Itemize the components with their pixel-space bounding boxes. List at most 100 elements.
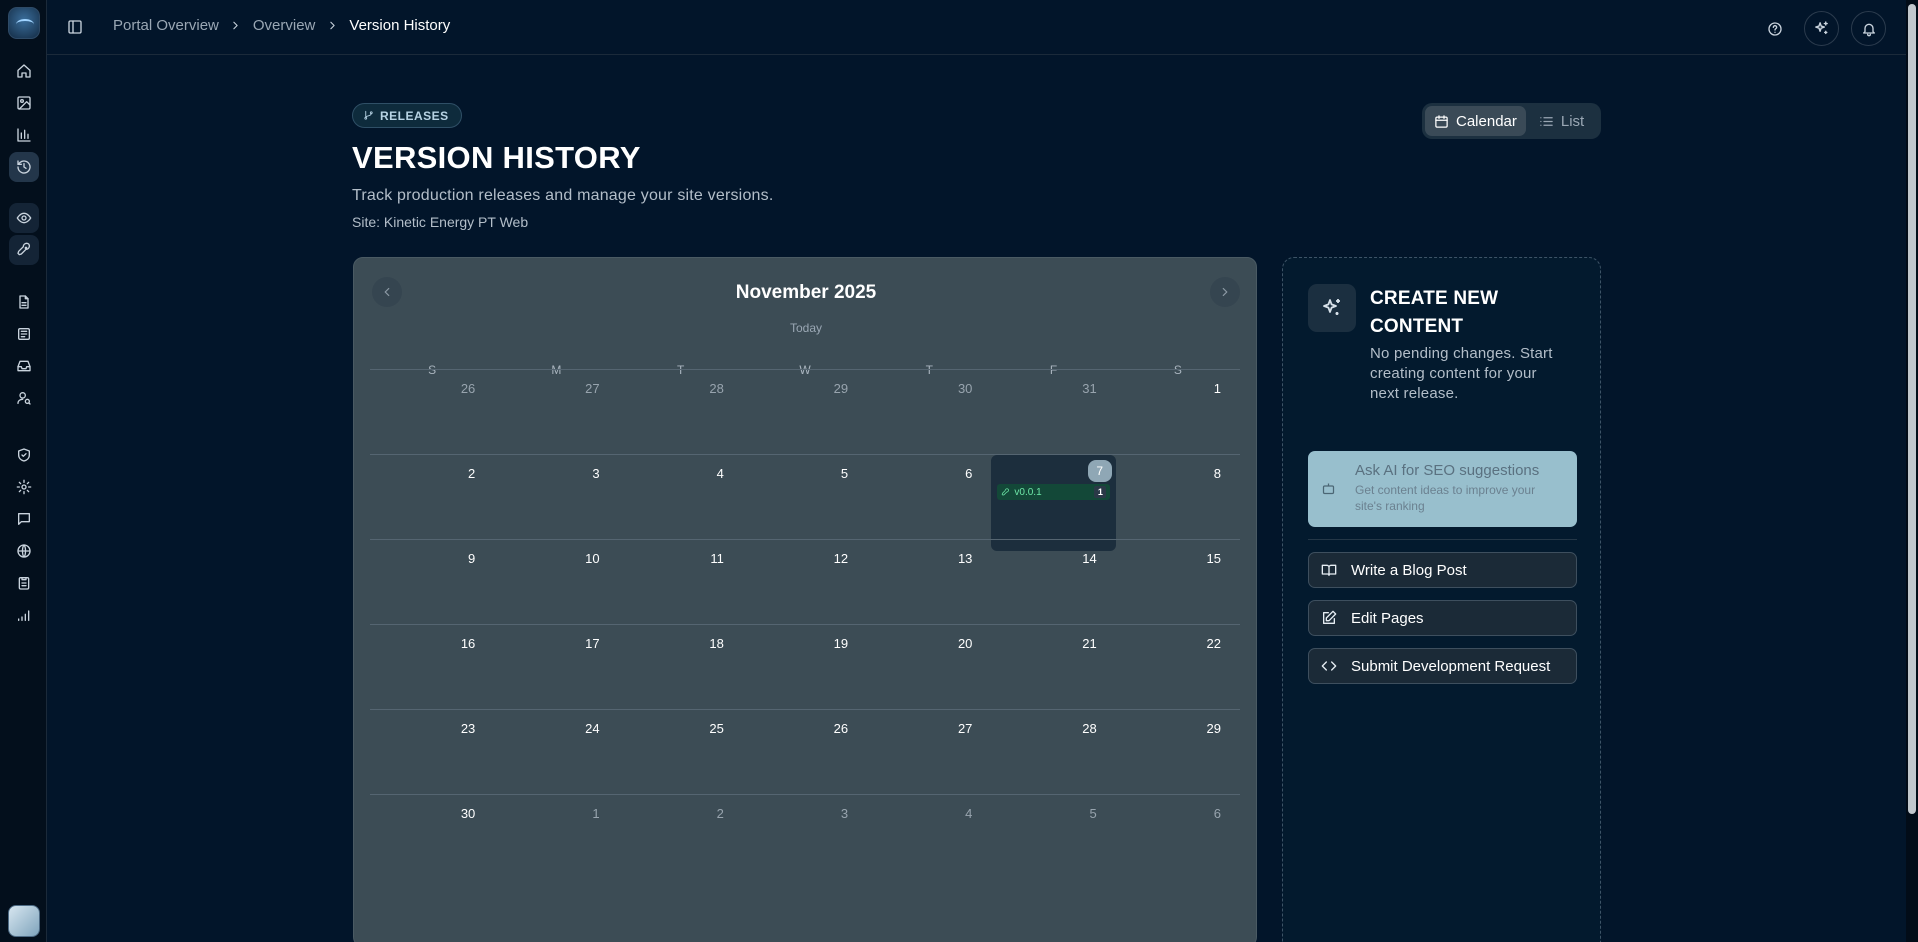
day-number: 16 bbox=[460, 636, 476, 651]
scrollbar[interactable] bbox=[1906, 0, 1918, 942]
book-open-icon bbox=[1321, 564, 1337, 576]
clipboard-icon[interactable] bbox=[9, 568, 39, 598]
breadcrumb-portal-overview[interactable]: Portal Overview bbox=[113, 17, 219, 34]
day-number: 4 bbox=[965, 806, 973, 821]
home-icon[interactable] bbox=[9, 56, 39, 86]
signal-icon[interactable] bbox=[9, 600, 39, 630]
file-icon[interactable] bbox=[9, 287, 39, 317]
panel-description: No pending changes. Start creating conte… bbox=[1370, 345, 1553, 402]
day-number: 11 bbox=[710, 551, 724, 566]
day-number: 12 bbox=[833, 551, 849, 566]
day-number: 18 bbox=[709, 636, 724, 651]
day-number: 14 bbox=[1082, 551, 1097, 566]
edit-pages-button[interactable]: Edit Pages bbox=[1308, 600, 1577, 636]
bot-icon bbox=[1322, 483, 1335, 495]
day-number: 30 bbox=[460, 806, 476, 821]
day-number: 9 bbox=[468, 551, 476, 566]
portal-logo[interactable] bbox=[8, 7, 40, 39]
ask-ai-seo-button[interactable]: Ask AI for SEO suggestions Get content i… bbox=[1308, 451, 1577, 527]
day-number: 8 bbox=[1213, 466, 1221, 481]
day-number: 20 bbox=[957, 636, 973, 651]
calendar-day[interactable]: 5 bbox=[991, 795, 1115, 899]
shield-icon[interactable] bbox=[9, 440, 39, 470]
bell-icon[interactable] bbox=[1851, 11, 1886, 46]
code-icon bbox=[1321, 661, 1337, 671]
chevron-right-icon bbox=[315, 19, 349, 32]
eye-icon[interactable] bbox=[9, 203, 39, 233]
submit-development-request-button[interactable]: Submit Development Request bbox=[1308, 648, 1577, 684]
calendar-day[interactable]: 1 bbox=[494, 795, 618, 899]
calendar-view-button[interactable]: Calendar bbox=[1425, 106, 1526, 136]
git-branch-icon bbox=[364, 110, 373, 120]
gear-icon[interactable] bbox=[9, 472, 39, 502]
today-button[interactable]: Today bbox=[354, 321, 1258, 335]
page-description: Track production releases and manage you… bbox=[352, 187, 774, 204]
release-version: v0.0.1 bbox=[1014, 486, 1042, 498]
sidebar-toggle-button[interactable] bbox=[65, 17, 85, 37]
calendar-day[interactable]: 6 bbox=[1116, 795, 1240, 899]
list-view-button[interactable]: List bbox=[1530, 106, 1593, 136]
day-number: 13 bbox=[957, 551, 973, 566]
history-icon[interactable] bbox=[9, 152, 39, 182]
day-number: 1 bbox=[592, 806, 600, 821]
calendar-day[interactable]: 3 bbox=[743, 795, 867, 899]
release-event[interactable]: v0.0.1 1 bbox=[997, 484, 1111, 500]
day-number: 27 bbox=[957, 721, 973, 736]
calendar-month-title: November 2025 bbox=[735, 282, 877, 303]
message-icon[interactable] bbox=[9, 504, 39, 534]
day-number: 24 bbox=[585, 721, 600, 736]
day-number: 5 bbox=[1089, 806, 1097, 821]
calendar-view-label: Calendar bbox=[1456, 112, 1517, 130]
avatar[interactable] bbox=[8, 905, 40, 937]
breadcrumb-overview[interactable]: Overview bbox=[253, 17, 316, 34]
day-number: 25 bbox=[709, 721, 724, 736]
rocket-icon[interactable] bbox=[9, 235, 39, 265]
day-number: 28 bbox=[1082, 721, 1097, 736]
chevron-right-icon bbox=[1222, 287, 1228, 297]
day-number: 19 bbox=[833, 636, 849, 651]
day-number: 22 bbox=[1206, 636, 1221, 651]
releases-badge: RELEASES bbox=[352, 103, 462, 128]
day-number: 30 bbox=[957, 381, 973, 396]
sparkles-icon[interactable] bbox=[1804, 11, 1839, 46]
calendar-day-today[interactable]: 7 v0.0.1 1 bbox=[991, 455, 1116, 551]
day-number: 31 bbox=[1082, 381, 1097, 396]
day-number: 17 bbox=[585, 636, 600, 651]
user-search-icon[interactable] bbox=[9, 383, 39, 413]
write-blog-post-label: Write a Blog Post bbox=[1351, 561, 1467, 579]
view-toggle: Calendar List bbox=[1422, 103, 1601, 139]
inbox-icon[interactable] bbox=[9, 351, 39, 381]
day-number: 6 bbox=[965, 466, 973, 481]
next-month-button[interactable] bbox=[1210, 277, 1240, 307]
ai-card-subtitle: Get content ideas to improve your site's… bbox=[1355, 483, 1536, 513]
day-number: 7 bbox=[1087, 460, 1112, 482]
day-number: 28 bbox=[709, 381, 724, 396]
edit-icon bbox=[1323, 610, 1337, 624]
page-title: VERSION HISTORY bbox=[352, 140, 641, 175]
globe-icon[interactable] bbox=[9, 536, 39, 566]
calendar-day[interactable]: 2 bbox=[619, 795, 743, 899]
list-icon bbox=[1540, 116, 1553, 126]
bar-chart-icon[interactable] bbox=[9, 120, 39, 150]
list-view-label: List bbox=[1560, 112, 1585, 130]
sparkles-icon bbox=[1308, 284, 1356, 332]
day-number: 27 bbox=[585, 381, 600, 396]
help-icon[interactable] bbox=[1757, 11, 1792, 46]
write-blog-post-button[interactable]: Write a Blog Post bbox=[1308, 552, 1577, 588]
day-number: 5 bbox=[840, 466, 849, 481]
day-number: 3 bbox=[592, 466, 600, 481]
edit-pages-label: Edit Pages bbox=[1351, 609, 1424, 627]
create-content-panel: CREATE NEW CONTENT No pending changes. S… bbox=[1282, 257, 1601, 942]
day-number: 15 bbox=[1206, 551, 1221, 566]
calendar-day[interactable]: 4 bbox=[867, 795, 991, 899]
image-icon[interactable] bbox=[9, 88, 39, 118]
calendar-day[interactable]: 30 bbox=[370, 795, 494, 899]
day-number: 2 bbox=[716, 806, 724, 821]
panel-title: CREATE NEW CONTENT bbox=[1370, 288, 1499, 337]
day-number: 29 bbox=[833, 381, 849, 396]
newspaper-icon[interactable] bbox=[9, 319, 39, 349]
scrollbar-thumb[interactable] bbox=[1908, 4, 1916, 814]
day-number: 3 bbox=[840, 806, 849, 821]
top-bar: Portal Overview Overview Version History bbox=[47, 0, 1907, 55]
release-count: 1 bbox=[1094, 486, 1107, 498]
